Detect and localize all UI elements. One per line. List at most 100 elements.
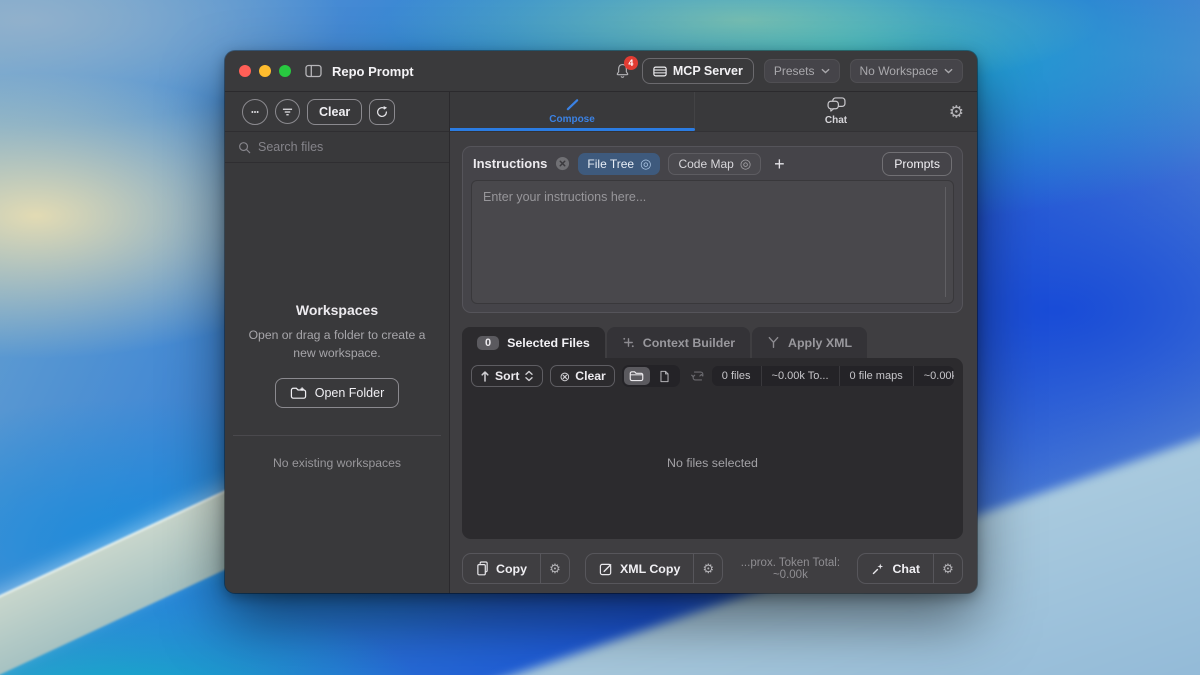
- sort-button[interactable]: Sort: [471, 365, 543, 387]
- files-tabbar: 0 Selected Files Context Builder Apply: [462, 327, 963, 358]
- sidebar-toolbar: Clear: [225, 92, 449, 132]
- instructions-textarea[interactable]: [472, 181, 953, 303]
- app-window: Repo Prompt 4 MCP Server Presets No Work…: [225, 51, 977, 593]
- view-mode-segment: [622, 365, 680, 387]
- notifications-button[interactable]: 4: [615, 63, 630, 79]
- chat-button-label: Chat: [892, 562, 920, 576]
- filter-button[interactable]: [275, 99, 300, 124]
- workspaces-description: Open or drag a folder to create a new wo…: [248, 327, 426, 362]
- compose-tab-label: Compose: [549, 114, 595, 125]
- clear-selection-button[interactable]: ⊗ Clear: [550, 365, 614, 387]
- tab-context-builder[interactable]: Context Builder: [607, 327, 750, 358]
- main-area: Compose Chat ⚙ Instructions: [450, 92, 977, 593]
- file-view-button[interactable]: [652, 367, 678, 385]
- sidebar-clear-button[interactable]: Clear: [307, 99, 362, 125]
- footer-bar: Copy ⚙ XML Copy ⚙: [462, 553, 963, 584]
- document-icon: [659, 370, 670, 383]
- file-tree-chip[interactable]: File Tree ◎: [578, 153, 660, 175]
- stat-files: 0 files: [712, 366, 761, 386]
- copy-icon: [476, 561, 489, 576]
- file-tree-chip-label: File Tree: [587, 157, 634, 171]
- chat-settings-gear-icon[interactable]: ⚙: [934, 554, 962, 583]
- open-folder-button[interactable]: Open Folder: [275, 378, 399, 408]
- instructions-label: Instructions: [473, 156, 547, 171]
- compose-content: Instructions File Tree ◎ Code Map ◎ +: [450, 132, 977, 593]
- editor-scrollbar[interactable]: [945, 187, 946, 297]
- target-icon: ◎: [640, 157, 651, 170]
- workspaces-panel: Workspaces Open or drag a folder to crea…: [225, 171, 449, 593]
- window-title: Repo Prompt: [332, 64, 414, 79]
- settings-gear-icon[interactable]: ⚙: [949, 103, 964, 120]
- workspace-dropdown[interactable]: No Workspace: [850, 59, 963, 83]
- tab-chat[interactable]: Chat: [695, 92, 977, 131]
- sort-label: Sort: [495, 369, 519, 383]
- stat-map-tokens: ~0.00k tok...: [913, 366, 954, 386]
- folder-plus-icon: [290, 386, 307, 400]
- files-toolbar: Sort ⊗ Clear: [462, 358, 963, 387]
- instructions-editor: [471, 180, 954, 304]
- target-icon: ◎: [740, 157, 751, 170]
- folder-icon: [629, 370, 644, 382]
- copy-button[interactable]: Copy ⚙: [462, 553, 570, 584]
- active-tab-underline: [450, 128, 695, 131]
- chat-tab-label: Chat: [825, 115, 847, 126]
- search-icon: [238, 141, 251, 154]
- minimize-window-button[interactable]: [259, 65, 271, 77]
- tab-compose[interactable]: Compose: [450, 92, 695, 131]
- folder-view-button[interactable]: [624, 367, 650, 385]
- up-down-chevrons-icon: [524, 370, 534, 382]
- mcp-server-label: MCP Server: [673, 64, 743, 78]
- notification-badge: 4: [624, 56, 638, 70]
- no-files-message: No files selected: [462, 387, 963, 539]
- titlebar: Repo Prompt 4 MCP Server Presets No Work…: [225, 51, 977, 92]
- mcp-server-button[interactable]: MCP Server: [642, 58, 754, 84]
- refresh-icon: [375, 105, 389, 119]
- instructions-header: Instructions File Tree ◎ Code Map ◎ +: [463, 147, 962, 180]
- refresh-button[interactable]: [369, 99, 395, 125]
- merge-y-icon: [767, 336, 780, 349]
- chevron-down-icon: [944, 68, 953, 74]
- xml-copy-settings-gear-icon[interactable]: ⚙: [694, 554, 722, 583]
- clear-circle-icon: ⊗: [559, 370, 570, 383]
- search-files-field[interactable]: [225, 132, 449, 163]
- close-window-button[interactable]: [239, 65, 251, 77]
- sidebar-toggle-icon[interactable]: [305, 64, 322, 78]
- search-input[interactable]: [258, 140, 436, 154]
- server-icon: [653, 65, 667, 78]
- context-builder-label: Context Builder: [643, 336, 735, 350]
- stat-file-maps: 0 file maps: [839, 366, 913, 386]
- chat-bubbles-icon: [827, 97, 846, 112]
- selected-files-label: Selected Files: [507, 336, 590, 350]
- open-folder-label: Open Folder: [315, 386, 384, 400]
- tab-selected-files[interactable]: 0 Selected Files: [462, 327, 605, 358]
- copy-settings-gear-icon[interactable]: ⚙: [541, 554, 569, 583]
- sidebar-clear-label: Clear: [319, 105, 350, 119]
- selected-files-panel: Sort ⊗ Clear: [462, 358, 963, 539]
- presets-dropdown[interactable]: Presets: [764, 59, 840, 83]
- token-stats: 0 files ~0.00k To... 0 file maps ~0.00k …: [712, 366, 954, 386]
- stat-file-tokens: ~0.00k To...: [761, 366, 839, 386]
- zoom-window-button[interactable]: [279, 65, 291, 77]
- apply-xml-label: Apply XML: [788, 336, 852, 350]
- selected-count-badge: 0: [477, 336, 499, 350]
- tab-apply-xml[interactable]: Apply XML: [752, 327, 867, 358]
- sparkle-wand-icon: [871, 562, 885, 576]
- add-chip-button[interactable]: +: [774, 155, 785, 173]
- sidebar-divider: [233, 435, 441, 436]
- no-workspaces-message: No existing workspaces: [273, 456, 401, 470]
- sidebar: Clear Workspaces Open or drag a folder t…: [225, 92, 450, 593]
- remove-instructions-icon[interactable]: [555, 156, 570, 171]
- filter-icon: [282, 107, 293, 117]
- arrow-up-icon: [480, 370, 490, 382]
- chat-button[interactable]: Chat ⚙: [857, 553, 963, 584]
- token-total-label: ...prox. Token Total: ~0.00k: [723, 557, 857, 581]
- prompts-button[interactable]: Prompts: [882, 152, 952, 176]
- more-options-button[interactable]: [242, 99, 268, 125]
- workspaces-title: Workspaces: [296, 302, 378, 318]
- cycle-refresh-icon[interactable]: [691, 369, 705, 383]
- code-map-chip-label: Code Map: [678, 157, 733, 171]
- xml-copy-button[interactable]: XML Copy ⚙: [585, 553, 723, 584]
- workspace-label: No Workspace: [860, 64, 938, 78]
- code-map-chip[interactable]: Code Map ◎: [668, 153, 761, 175]
- copy-label: Copy: [496, 562, 527, 576]
